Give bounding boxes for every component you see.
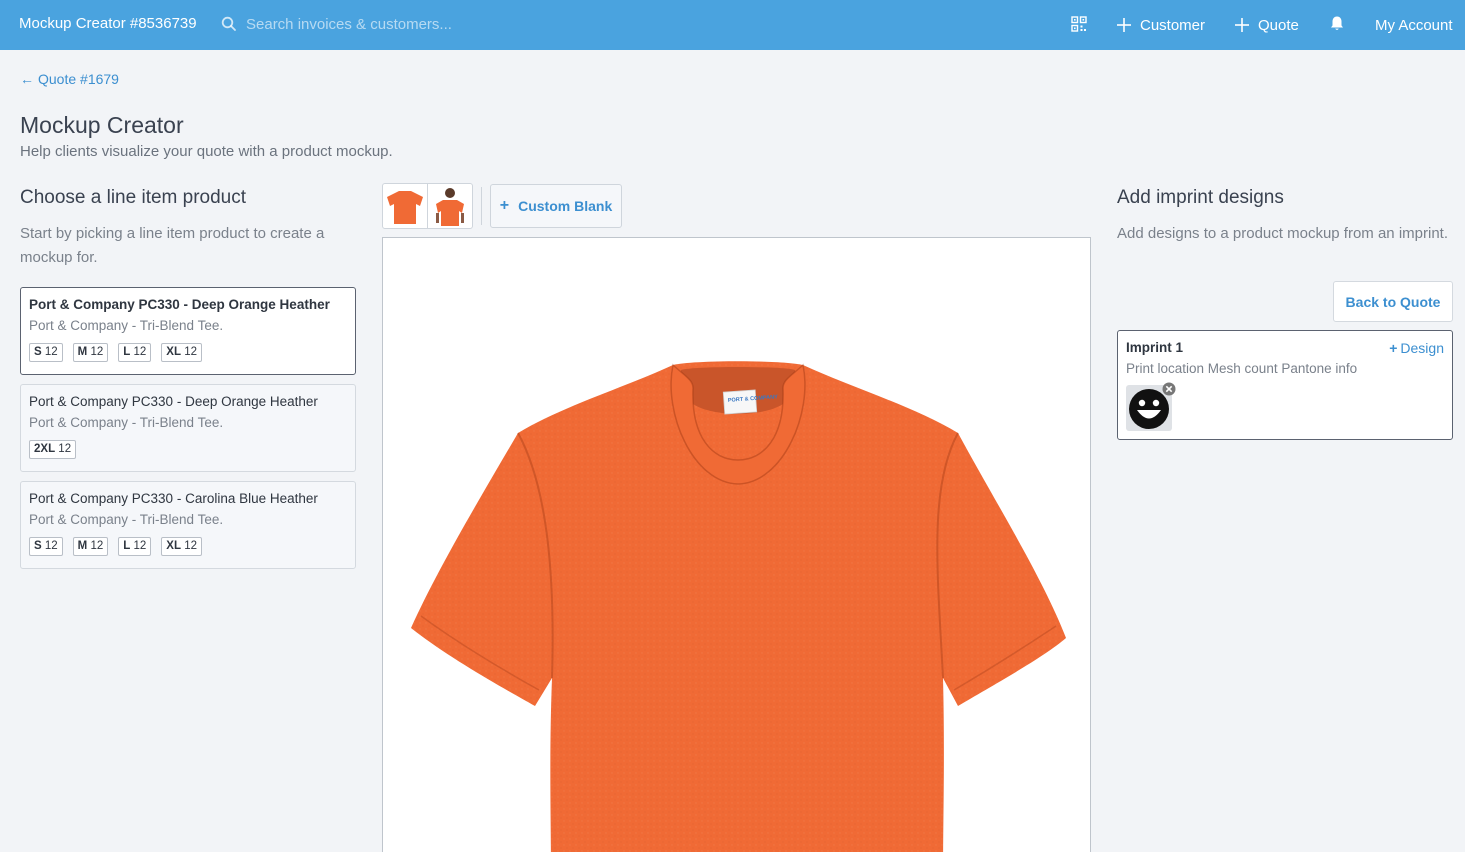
imprint-card: Imprint 1 + Design Print location Mesh co…: [1117, 330, 1453, 440]
new-quote-button[interactable]: Quote: [1234, 13, 1299, 37]
product-subtitle: Port & Company - Tri-Blend Tee.: [29, 512, 224, 527]
thumbnail-model-view[interactable]: [428, 184, 473, 228]
my-account-label: My Account: [1375, 16, 1453, 34]
size-label: S: [34, 540, 42, 552]
shirt-thumbnail-icon: [386, 191, 423, 224]
size-quantity: 12: [44, 346, 58, 358]
view-thumbnails: [382, 183, 473, 229]
tshirt-mockup-image: PORT & COMPANY: [411, 361, 1066, 852]
product-name: Port & Company PC330 - Carolina Blue Hea…: [29, 491, 318, 506]
arrow-left-icon: ←: [20, 71, 34, 87]
size-label: 2XL: [34, 443, 56, 455]
plus-icon: [1117, 18, 1131, 32]
my-account-menu[interactable]: My Account: [1375, 13, 1453, 37]
imprint-panel: Add imprint designs Add designs to a pro…: [1117, 187, 1453, 246]
product-card[interactable]: Port & Company PC330 - Deep Orange Heath…: [20, 384, 356, 472]
size-chip: M 12: [72, 537, 109, 556]
new-quote-label: Quote: [1258, 16, 1299, 34]
size-label: L: [123, 540, 131, 552]
size-chip: L 12: [118, 537, 152, 556]
back-to-quote-link[interactable]: ← Quote #1679: [20, 71, 119, 87]
size-quantity: 12: [133, 540, 147, 552]
line-item-heading: Choose a line item product: [20, 187, 247, 208]
size-chip: 2XL 12: [29, 440, 77, 459]
size-label: XL: [166, 346, 181, 358]
add-design-button[interactable]: + Design: [1389, 340, 1444, 356]
page-subtitle: Help clients visualize your quote with a…: [20, 143, 393, 160]
product-card[interactable]: Port & Company PC330 - Deep Orange Heath…: [20, 287, 356, 375]
product-card[interactable]: Port & Company PC330 - Carolina Blue Hea…: [20, 481, 356, 569]
product-name: Port & Company PC330 - Deep Orange Heath…: [29, 394, 318, 409]
size-chip: L 12: [118, 343, 152, 362]
imprint-description: Add designs to a product mockup from an …: [1117, 225, 1448, 242]
remove-design-icon[interactable]: [1162, 382, 1176, 396]
size-quantity: 12: [184, 346, 197, 358]
size-label: S: [34, 346, 42, 358]
add-design-label: Design: [1400, 340, 1444, 356]
qr-code-icon[interactable]: [1071, 16, 1087, 32]
size-label: XL: [166, 540, 181, 552]
search-input[interactable]: [246, 12, 546, 36]
top-navigation-bar: Mockup Creator #8536739 Customer Quote: [0, 0, 1465, 50]
size-chip: S 12: [29, 343, 63, 362]
size-chip: XL 12: [161, 537, 202, 556]
size-chip: M 12: [72, 343, 109, 362]
back-link-label: Quote #1679: [38, 71, 119, 87]
size-quantity: 12: [133, 346, 147, 358]
imprint-title: Imprint 1: [1126, 340, 1184, 355]
size-chips: S 12 M 12 L 12 XL 12: [29, 343, 355, 362]
search-icon: [221, 16, 236, 31]
size-quantity: 12: [44, 540, 58, 552]
size-chip: XL 12: [161, 343, 202, 362]
size-chips: S 12 M 12 L 12 XL 12: [29, 537, 355, 556]
imprint-info: Print location Mesh count Pantone info: [1126, 361, 1358, 376]
plus-icon: +: [1389, 340, 1398, 356]
size-quantity: 12: [90, 346, 104, 358]
plus-icon: +: [499, 197, 510, 214]
back-to-quote-button[interactable]: Back to Quote: [1333, 281, 1453, 322]
line-item-panel: Choose a line item product Start by pick…: [20, 187, 356, 569]
page-title: Mockup Creator: [20, 112, 184, 138]
imprint-heading: Add imprint designs: [1117, 187, 1284, 208]
mockup-canvas[interactable]: PORT & COMPANY: [382, 237, 1091, 852]
size-label: L: [123, 346, 131, 358]
product-list: Port & Company PC330 - Deep Orange Heath…: [20, 287, 356, 578]
line-item-description: Start by picking a line item product to …: [20, 225, 325, 266]
size-quantity: 12: [58, 443, 72, 455]
product-name: Port & Company PC330 - Deep Orange Heath…: [29, 297, 330, 312]
size-chip: S 12: [29, 537, 63, 556]
size-chips: 2XL 12: [29, 440, 355, 459]
model-thumbnail-icon: [435, 188, 464, 226]
new-customer-button[interactable]: Customer: [1116, 13, 1205, 37]
custom-blank-button[interactable]: + Custom Blank: [490, 184, 622, 228]
thumbnail-front-view[interactable]: [383, 184, 428, 228]
toolbar-divider: [481, 187, 482, 225]
size-label: M: [77, 346, 88, 358]
new-customer-label: Customer: [1140, 16, 1206, 34]
size-label: M: [77, 540, 88, 552]
product-subtitle: Port & Company - Tri-Blend Tee.: [29, 318, 224, 333]
product-subtitle: Port & Company - Tri-Blend Tee.: [29, 415, 224, 430]
app-title[interactable]: Mockup Creator #8536739: [19, 15, 197, 32]
plus-icon: [1235, 18, 1249, 32]
custom-blank-label: Custom Blank: [518, 198, 613, 214]
size-quantity: 12: [184, 540, 197, 552]
size-quantity: 12: [90, 540, 104, 552]
bell-icon[interactable]: [1329, 15, 1345, 32]
